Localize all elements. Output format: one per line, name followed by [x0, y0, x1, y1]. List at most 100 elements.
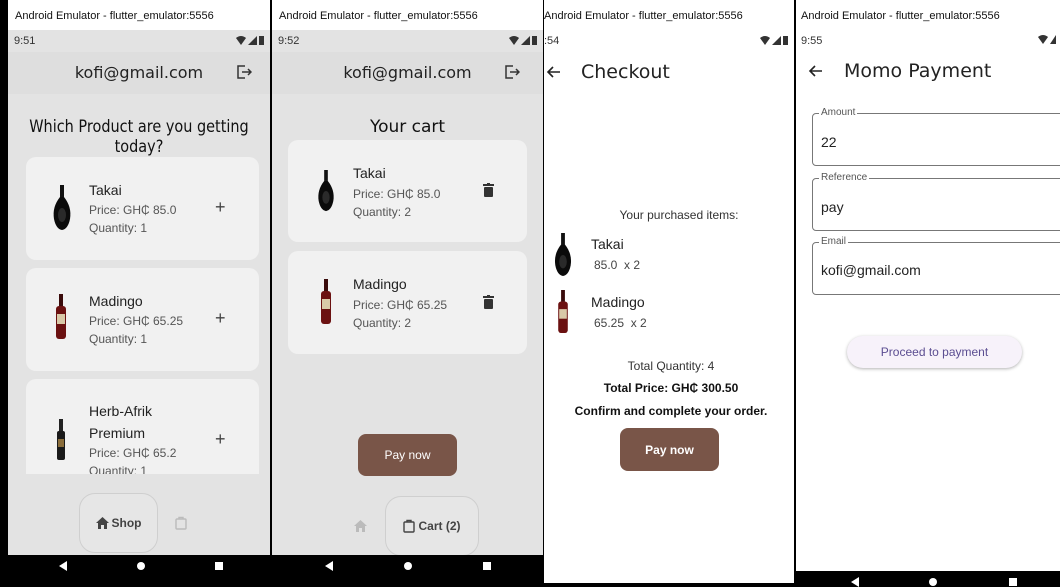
- product-quantity: Quantity: 1: [89, 332, 148, 346]
- wifi-icon: [1038, 35, 1048, 44]
- product-name-line2: Premium: [89, 425, 146, 441]
- pay-now-button[interactable]: Pay now: [358, 434, 457, 476]
- add-icon[interactable]: +: [215, 309, 226, 327]
- home-nav-icon[interactable]: [136, 561, 146, 571]
- cart-item-price: Price: GH₵ 85.0: [353, 187, 441, 201]
- back-nav-icon[interactable]: [58, 561, 68, 571]
- amount-label: Amount: [819, 107, 858, 118]
- page-title: Momo Payment: [844, 60, 992, 82]
- cart-item-name: Madingo: [353, 276, 407, 292]
- app-bar: kofi@gmail.com: [8, 52, 270, 94]
- add-icon[interactable]: +: [215, 198, 226, 216]
- status-icons: [509, 35, 537, 45]
- wifi-icon: [509, 35, 519, 45]
- back-nav-icon[interactable]: [850, 577, 860, 587]
- user-email: kofi@gmail.com: [74, 63, 204, 82]
- emulator-window-cart: Android Emulator - flutter_emulator:5556…: [272, 0, 543, 587]
- signal-icon: [1050, 35, 1056, 44]
- recents-nav-icon[interactable]: [214, 561, 224, 571]
- wifi-icon: [236, 35, 246, 45]
- delete-icon[interactable]: [483, 183, 494, 197]
- pay-now-button[interactable]: Pay now: [620, 428, 719, 471]
- logout-icon[interactable]: [504, 64, 520, 80]
- shop-screen: 9:51 kofi@gmail.com Which Product are yo…: [8, 30, 270, 571]
- email-label: Email: [819, 236, 849, 247]
- herb-afrik-bottle-image: [57, 419, 65, 460]
- product-card[interactable]: Madingo Price: GH₵ 65.25 Quantity: 1 +: [26, 268, 259, 371]
- battery-icon: [783, 36, 788, 45]
- emulator-window-shop: Android Emulator - flutter_emulator:5556…: [8, 0, 270, 587]
- cart-nav-button[interactable]: Cart (2): [385, 496, 479, 556]
- wifi-icon: [760, 35, 770, 45]
- android-nav-bar: [796, 571, 1060, 587]
- product-price: Price: GH₵ 65.2: [89, 446, 177, 460]
- checkout-item-detail: 65.25 x 2: [594, 316, 647, 330]
- status-time: 9:51: [14, 35, 36, 47]
- status-bar: 9:51: [8, 30, 270, 52]
- amount-value: 22: [821, 134, 837, 150]
- cart-item-name: Takai: [353, 165, 386, 181]
- status-bar: 9:55: [796, 30, 1060, 52]
- purchased-label: Your purchased items:: [619, 208, 739, 222]
- shop-nav-label: Shop: [111, 516, 142, 530]
- amount-field[interactable]: Amount 22: [812, 107, 1060, 166]
- back-arrow-icon[interactable]: [808, 65, 822, 77]
- product-name: Takai: [89, 182, 122, 198]
- app-bar: kofi@gmail.com: [272, 52, 543, 94]
- confirm-text: Confirm and complete your order.: [574, 404, 768, 418]
- product-name: Madingo: [89, 293, 143, 309]
- home-nav-icon[interactable]: [403, 561, 413, 571]
- status-time: 9:55: [801, 35, 823, 47]
- recents-nav-icon[interactable]: [482, 561, 492, 571]
- page-heading: Which Product are you getting today?: [29, 117, 249, 157]
- cart-nav-label: Cart (2): [418, 519, 461, 533]
- status-icons: [236, 35, 264, 45]
- takai-bottle-image: [318, 170, 334, 212]
- madingo-bottle-image: [558, 290, 568, 334]
- emulator-title: Android Emulator - flutter_emulator:5556: [272, 0, 543, 30]
- status-icons: [1038, 35, 1056, 44]
- back-arrow-icon[interactable]: [546, 66, 560, 78]
- page-heading: Your cart: [369, 117, 446, 137]
- product-card[interactable]: Herb-Afrik Premium Price: GH₵ 65.2 Quant…: [26, 379, 259, 474]
- recents-nav-icon[interactable]: [1008, 577, 1018, 587]
- product-quantity: Quantity: 1: [89, 221, 148, 235]
- total-quantity: Total Quantity: 4: [627, 359, 715, 373]
- cart-icon[interactable]: [175, 516, 187, 530]
- status-bar: 9:52: [272, 30, 543, 52]
- checkout-item-detail: 85.0 x 2: [594, 258, 641, 272]
- cart-item-quantity: Quantity: 2: [353, 316, 412, 330]
- cart-icon: [403, 519, 416, 533]
- product-card[interactable]: Takai Price: GH₵ 85.0 Quantity: 1 +: [26, 157, 259, 260]
- add-icon[interactable]: +: [215, 430, 226, 448]
- emulator-window-momo: Android Emulator - flutter_emulator:5556…: [796, 0, 1060, 587]
- cart-item-card: Madingo Price: GH₵ 65.25 Quantity: 2: [288, 251, 527, 354]
- battery-icon: [532, 36, 537, 45]
- product-quantity: Quantity: 1: [89, 464, 148, 474]
- cart-item-card: Takai Price: GH₵ 85.0 Quantity: 2: [288, 140, 527, 242]
- product-price: Price: GH₵ 65.25: [89, 314, 184, 328]
- delete-icon[interactable]: [483, 295, 494, 309]
- home-nav-icon[interactable]: [928, 577, 938, 587]
- page-title: Checkout: [581, 61, 670, 83]
- logout-icon[interactable]: [236, 64, 252, 80]
- product-price: Price: GH₵ 85.0: [89, 203, 177, 217]
- emulator-title: Android Emulator - flutter_emulator:5556: [796, 0, 1060, 30]
- email-field[interactable]: Email kofi@gmail.com: [812, 236, 1060, 295]
- checkout-item-name: Takai: [591, 236, 624, 252]
- home-icon[interactable]: [354, 520, 367, 532]
- home-icon: [95, 517, 109, 529]
- emulator-window-checkout: Android Emulator - flutter_emulator:5556…: [544, 0, 794, 587]
- user-email: kofi@gmail.com: [343, 63, 472, 82]
- shop-nav-button[interactable]: Shop: [79, 493, 158, 553]
- reference-field[interactable]: Reference pay: [812, 172, 1060, 231]
- reference-label: Reference: [819, 172, 870, 183]
- cart-item-price: Price: GH₵ 65.25: [353, 298, 448, 312]
- product-name-line1: Herb-Afrik: [89, 403, 153, 419]
- momo-payment-screen: 9:55 Momo Payment Amount 22 Reference pa…: [796, 30, 1060, 583]
- cart-item-quantity: Quantity: 2: [353, 205, 412, 219]
- madingo-bottle-image: [56, 294, 66, 339]
- reference-value: pay: [821, 199, 844, 215]
- proceed-to-payment-button[interactable]: Proceed to payment: [847, 336, 1022, 368]
- back-nav-icon[interactable]: [324, 561, 334, 571]
